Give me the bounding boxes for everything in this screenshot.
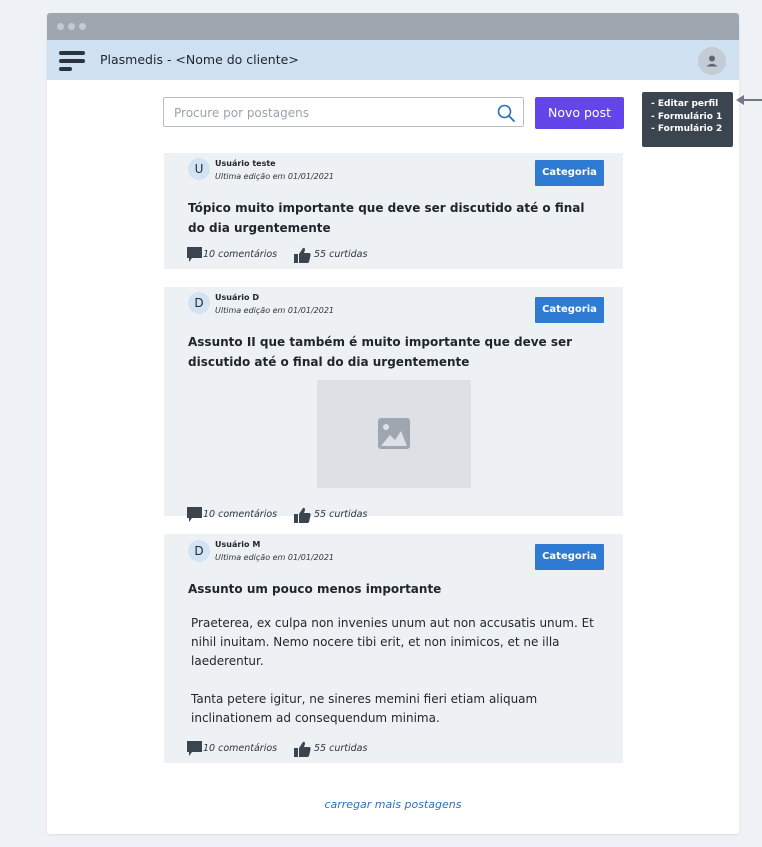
category-button[interactable]: Categoria — [535, 160, 604, 186]
window-titlebar — [47, 13, 739, 40]
thumbs-up-icon[interactable] — [294, 247, 311, 263]
user-icon — [706, 55, 718, 67]
category-button[interactable]: Categoria — [535, 544, 604, 570]
menu-item-edit-profile[interactable]: - Editar perfil — [651, 98, 733, 111]
post-paragraph: Tanta petere igitur, ne sineres memini f… — [191, 692, 538, 725]
menu-item-form-2[interactable]: - Formulário 2 — [651, 123, 733, 136]
post-card: D Usuário M Ultima edição em 01/01/2021 … — [164, 534, 623, 763]
likes-count[interactable]: 55 curtidas — [314, 509, 367, 520]
comment-icon[interactable] — [187, 741, 202, 757]
post-paragraph: Praeterea, ex culpa non invenies unum au… — [191, 616, 594, 668]
edited-date: Ultima edição em 01/01/2021 — [215, 553, 335, 562]
author-avatar: U — [188, 158, 210, 180]
author-name: Usuário D — [215, 293, 259, 302]
post-title[interactable]: Assunto II que também é muito importante… — [188, 332, 598, 372]
author-avatar: D — [188, 540, 210, 562]
search-icon[interactable] — [497, 104, 515, 122]
category-button[interactable]: Categoria — [535, 297, 604, 323]
comment-icon[interactable] — [187, 247, 202, 263]
new-post-button[interactable]: Novo post — [535, 97, 624, 129]
likes-count[interactable]: 55 curtidas — [314, 743, 367, 754]
post-body: Praeterea, ex culpa non invenies unum au… — [191, 614, 601, 728]
browser-window: Plasmedis - <Nome do cliente> Procure po… — [47, 13, 739, 834]
post-title[interactable]: Assunto um pouco menos importante — [188, 579, 598, 599]
window-dot-icon[interactable] — [68, 23, 75, 30]
window-dot-icon[interactable] — [79, 23, 86, 30]
image-icon — [378, 418, 410, 449]
author-name: Usuário M — [215, 540, 261, 549]
search-placeholder: Procure por postagens — [174, 106, 309, 120]
edited-date: Ultima edição em 01/01/2021 — [215, 306, 335, 315]
menu-item-form-1[interactable]: - Formulário 1 — [651, 111, 733, 124]
post-title[interactable]: Tópico muito importante que deve ser dis… — [188, 198, 598, 238]
edited-date: Ultima edição em 01/01/2021 — [215, 172, 335, 181]
app-bar: Plasmedis - <Nome do cliente> — [47, 40, 739, 80]
profile-menu-tooltip: - Editar perfil - Formulário 1 - Formulá… — [642, 92, 733, 147]
search-input[interactable]: Procure por postagens — [163, 97, 524, 127]
thumbs-up-icon[interactable] — [294, 507, 311, 523]
menu-icon[interactable] — [59, 51, 85, 71]
user-avatar-button[interactable] — [698, 47, 726, 75]
post-card: U Usuário teste Ultima edição em 01/01/2… — [164, 153, 623, 269]
comments-count[interactable]: 10 comentários — [203, 509, 277, 520]
load-more-link[interactable]: carregar mais postagens — [47, 798, 739, 811]
post-card: D Usuário D Ultima edição em 01/01/2021 … — [164, 287, 623, 523]
comments-count[interactable]: 10 comentários — [203, 249, 277, 260]
likes-count[interactable]: 55 curtidas — [314, 249, 367, 260]
author-avatar: D — [188, 292, 210, 314]
comments-count[interactable]: 10 comentários — [203, 743, 277, 754]
comment-icon[interactable] — [187, 507, 202, 523]
arrow-left-icon — [736, 95, 762, 105]
image-placeholder[interactable] — [317, 380, 471, 488]
author-name: Usuário teste — [215, 159, 276, 168]
thumbs-up-icon[interactable] — [294, 741, 311, 757]
app-title: Plasmedis - <Nome do cliente> — [100, 52, 299, 67]
window-dot-icon[interactable] — [57, 23, 64, 30]
